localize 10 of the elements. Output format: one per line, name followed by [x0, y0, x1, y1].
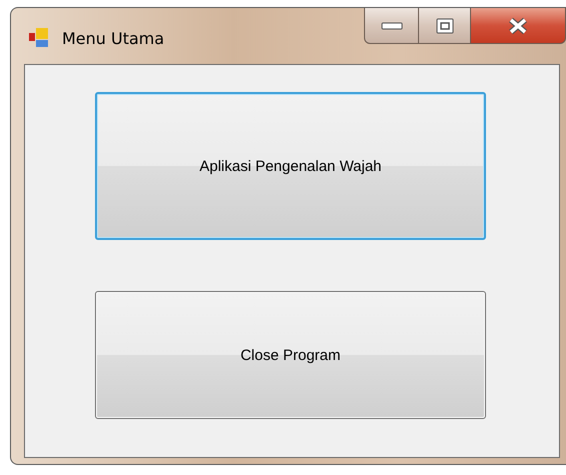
menu-button[interactable]: Aplikasi Pengenalan Wajah	[95, 92, 486, 240]
menu-button[interactable]: Close Program	[95, 291, 486, 419]
maximize-icon	[436, 18, 454, 34]
close-button[interactable]	[471, 8, 566, 44]
maximize-button[interactable]	[419, 8, 471, 44]
minimize-icon	[380, 22, 402, 30]
app-icon	[28, 27, 50, 49]
minimize-button[interactable]	[364, 8, 419, 44]
close-icon	[507, 16, 529, 34]
window-title: Menu Utama	[62, 28, 164, 48]
